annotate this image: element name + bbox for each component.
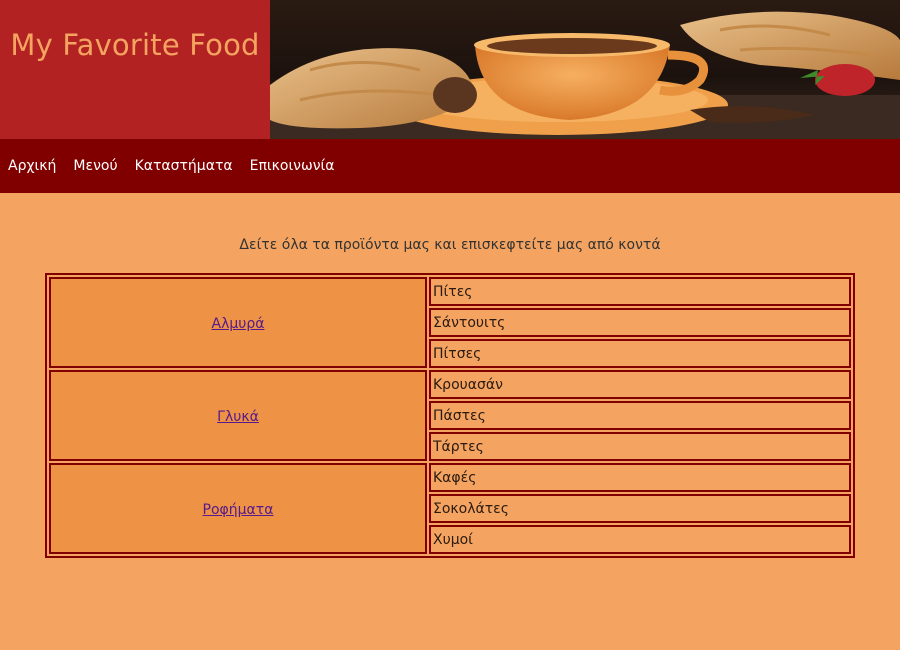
category-cell: Αλμυρά xyxy=(49,277,427,368)
intro-text: Δείτε όλα τα προϊόντα μας και επισκεφτεί… xyxy=(239,237,661,253)
item-cell: Καφές xyxy=(429,463,851,492)
main-nav: Αρχική Μενού Καταστήματα Επικοινωνία xyxy=(0,139,900,193)
strawberry-shape xyxy=(815,64,875,96)
nav-home[interactable]: Αρχική xyxy=(8,158,56,174)
table-row: Γλυκά Κρουασάν xyxy=(49,370,851,461)
nav-menu[interactable]: Μενού xyxy=(73,158,117,174)
category-cell: Γλυκά xyxy=(49,370,427,461)
item-cell: Πίτες xyxy=(429,277,851,306)
item-cell: Κρουασάν xyxy=(429,370,851,399)
category-cell: Ροφήματα xyxy=(49,463,427,554)
title-box: My Favorite Food xyxy=(0,0,270,139)
item-cell: Πάστες xyxy=(429,401,851,430)
category-link-savory[interactable]: Αλμυρά xyxy=(212,316,265,332)
category-link-drinks[interactable]: Ροφήματα xyxy=(203,502,274,518)
item-cell: Τάρτες xyxy=(429,432,851,461)
nav-stores[interactable]: Καταστήματα xyxy=(135,158,233,174)
table-row: Αλμυρά Πίτες xyxy=(49,277,851,368)
category-link-sweets[interactable]: Γλυκά xyxy=(217,409,259,425)
menu-table: Αλμυρά Πίτες Σάντουιτς Πίτσες Γλυκά Κρου… xyxy=(45,273,855,558)
item-cell: Πίτσες xyxy=(429,339,851,368)
item-cell: Σοκολάτες xyxy=(429,494,851,523)
nav-contact[interactable]: Επικοινωνία xyxy=(250,158,335,174)
item-cell: Σάντουιτς xyxy=(429,308,851,337)
header: My Favorite Food xyxy=(0,0,900,139)
item-cell: Χυμοί xyxy=(429,525,851,554)
banner-image xyxy=(270,0,900,139)
table-row: Ροφήματα Καφές xyxy=(49,463,851,554)
food-banner-graphic xyxy=(270,11,900,139)
site-title: My Favorite Food xyxy=(10,28,260,62)
